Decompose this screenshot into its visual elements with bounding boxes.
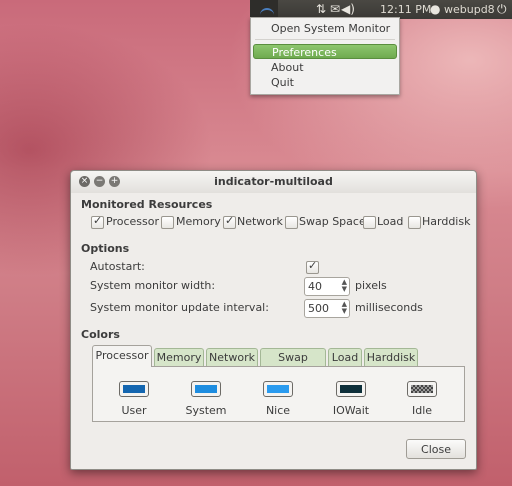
color-button-user[interactable]: [119, 381, 149, 397]
checkbox-swap-space[interactable]: [285, 216, 298, 229]
colors-heading: Colors: [81, 328, 120, 341]
color-button-iowait[interactable]: [336, 381, 366, 397]
checkbox-harddisk-label[interactable]: Harddisk: [422, 215, 470, 228]
width-unit-label: pixels: [355, 279, 387, 292]
color-label-nice: Nice: [265, 404, 291, 417]
interval-label: System monitor update interval:: [90, 301, 269, 314]
color-label-iowait: IOWait: [332, 404, 370, 417]
interval-spinbutton[interactable]: ▲▼: [304, 299, 350, 318]
color-button-system[interactable]: [191, 381, 221, 397]
checkbox-memory[interactable]: [161, 216, 174, 229]
color-label-idle: Idle: [411, 404, 433, 417]
menu-item-open-system-monitor[interactable]: Open System Monitor: [253, 21, 397, 36]
tab-swap-space[interactable]: Swap Space: [260, 348, 326, 382]
checkbox-processor-label[interactable]: Processor: [106, 215, 159, 228]
color-label-user: User: [121, 404, 147, 417]
checkbox-network-label[interactable]: Network: [237, 215, 283, 228]
checkbox-network[interactable]: [223, 214, 236, 229]
user-icon[interactable]: ●: [430, 0, 440, 19]
checkbox-load[interactable]: [363, 216, 376, 229]
interval-unit-label: milliseconds: [355, 301, 423, 314]
menu-item-about[interactable]: About: [253, 60, 397, 75]
checkbox-memory-label[interactable]: Memory: [176, 215, 221, 228]
autostart-checkbox[interactable]: [306, 259, 319, 274]
menu-separator: [255, 39, 395, 40]
spin-arrows-icon[interactable]: ▲ ▼: [342, 279, 347, 293]
tab-harddisk[interactable]: Harddisk: [364, 348, 418, 366]
color-button-idle[interactable]: [407, 381, 437, 397]
checkbox-load-label[interactable]: Load: [377, 215, 403, 228]
close-button[interactable]: Close: [406, 439, 466, 459]
titlebar[interactable]: × − + indicator-multiload: [71, 171, 476, 193]
menu-item-preferences[interactable]: Preferences: [253, 44, 397, 59]
monitored-resources-heading: Monitored Resources: [81, 198, 213, 211]
tab-load[interactable]: Load: [328, 348, 362, 366]
checkbox-swap-space-label[interactable]: Swap Space: [299, 215, 366, 228]
username[interactable]: webupd8: [444, 0, 495, 19]
menu-item-quit[interactable]: Quit: [253, 75, 397, 90]
colors-tab-panel: User System Nice IOWait Idle: [92, 366, 465, 422]
width-spinbutton[interactable]: ▲▼: [304, 277, 350, 296]
options-heading: Options: [81, 242, 130, 255]
width-input[interactable]: [308, 279, 336, 293]
interval-input[interactable]: [308, 301, 336, 315]
indicator-menu: Open System Monitor Preferences About Qu…: [250, 17, 400, 95]
color-label-system: System: [185, 404, 227, 417]
tab-network[interactable]: Network: [206, 348, 258, 366]
spin-arrows-icon[interactable]: ▲ ▼: [342, 301, 347, 315]
checkbox-processor[interactable]: [91, 214, 104, 229]
width-label: System monitor width:: [90, 279, 216, 292]
color-button-nice[interactable]: [263, 381, 293, 397]
power-icon[interactable]: ⏻: [497, 0, 507, 19]
tab-processor[interactable]: Processor: [92, 345, 152, 367]
window-title: indicator-multiload: [214, 175, 333, 188]
checkbox-harddisk[interactable]: [408, 216, 421, 229]
preferences-window: × − + indicator-multiload Monitored Reso…: [70, 170, 477, 470]
tab-memory[interactable]: Memory: [154, 348, 204, 366]
autostart-label: Autostart:: [90, 260, 145, 273]
